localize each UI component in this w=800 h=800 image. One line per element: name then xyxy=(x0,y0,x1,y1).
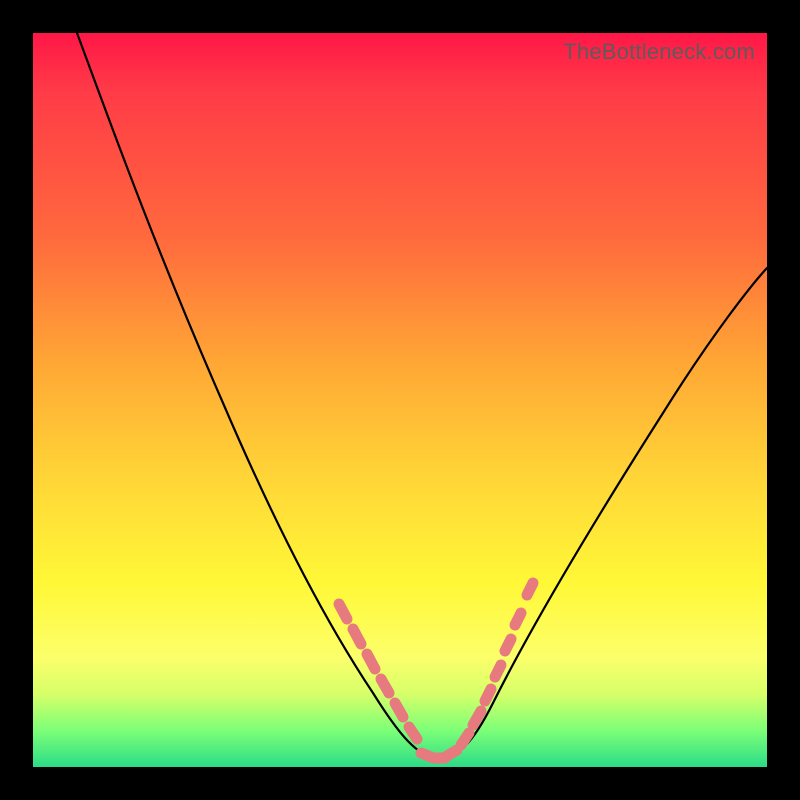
chart-stage: TheBottleneck.com xyxy=(0,0,800,800)
marker-seg xyxy=(515,613,521,625)
marker-seg xyxy=(485,689,491,701)
marker-seg xyxy=(409,727,417,739)
marker-seg xyxy=(339,604,347,619)
marker-seg xyxy=(495,665,501,677)
marker-seg xyxy=(461,733,469,745)
marker-seg xyxy=(527,583,533,595)
marker-seg xyxy=(447,750,457,756)
marker-seg xyxy=(367,654,375,669)
marker-seg xyxy=(505,639,511,651)
marker-seg xyxy=(473,711,481,725)
marker-seg xyxy=(395,703,403,717)
marker-group xyxy=(339,583,533,758)
bottleneck-curve xyxy=(77,33,767,758)
marker-seg xyxy=(353,629,361,644)
curve-svg xyxy=(33,33,767,767)
marker-seg xyxy=(381,679,389,693)
plot-area: TheBottleneck.com xyxy=(33,33,767,767)
